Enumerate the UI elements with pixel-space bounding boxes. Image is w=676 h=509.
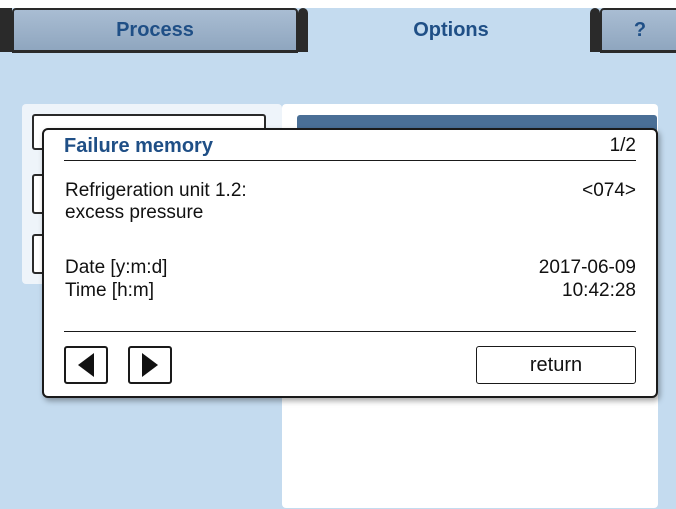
tab-edge-left: [0, 8, 12, 52]
fault-description-line2: excess pressure: [65, 202, 204, 223]
previous-button[interactable]: [64, 346, 108, 384]
fault-description-line1: Refrigeration unit 1.2:: [65, 180, 247, 201]
triangle-right-icon: [142, 353, 158, 377]
tab-process[interactable]: Process: [12, 8, 298, 52]
tab-help-baseline: [600, 50, 676, 53]
failure-memory-dialog: Failure memory 1/2 Refrigeration unit 1.…: [42, 128, 658, 398]
tab-help[interactable]: ?: [600, 8, 676, 52]
page-indicator: 1/2: [609, 135, 636, 156]
return-button[interactable]: return: [476, 346, 636, 384]
time-label: Time [h:m]: [65, 280, 155, 301]
date-label: Date [y:m:d]: [65, 257, 168, 278]
date-value: 2017-06-09: [538, 257, 636, 278]
top-strip: [0, 0, 676, 8]
title-divider: [64, 160, 636, 161]
screen-background: Process Options ? Failure memory 1/2 Ref…: [0, 0, 676, 509]
tab-process-baseline: [12, 50, 298, 53]
fault-code: <074>: [582, 180, 636, 201]
next-button[interactable]: [128, 346, 172, 384]
time-value: 10:42:28: [562, 280, 636, 301]
tab-edge-divider: [298, 8, 308, 52]
triangle-left-icon: [78, 353, 94, 377]
footer-divider: [64, 331, 636, 332]
dialog-title: Failure memory: [64, 135, 213, 157]
tab-edge-divider: [590, 8, 600, 52]
tab-options[interactable]: Options: [310, 8, 592, 52]
